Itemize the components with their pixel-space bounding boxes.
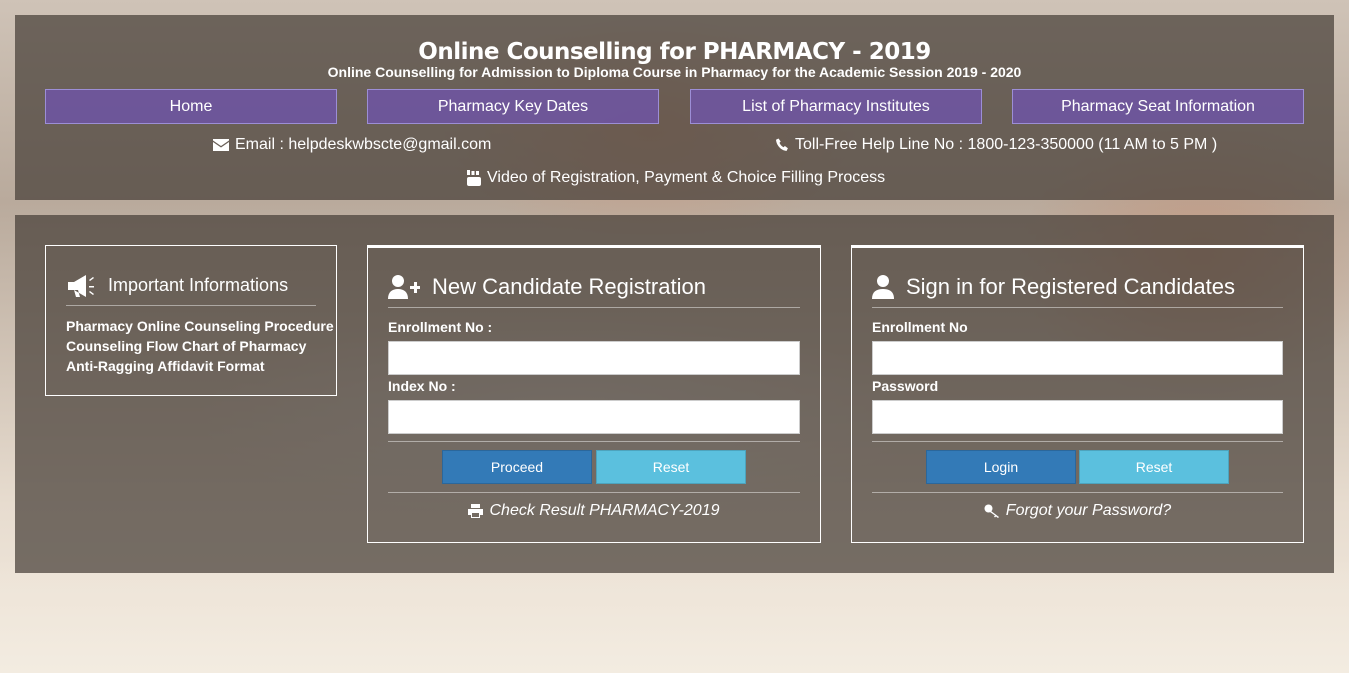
signin-reset-button[interactable]: Reset — [1079, 450, 1229, 484]
reg-reset-button[interactable]: Reset — [596, 450, 746, 484]
important-info-list: Pharmacy Online Counseling Procedure Cou… — [66, 316, 334, 376]
signin-enrollment-input[interactable] — [872, 341, 1283, 375]
reg-enrollment-input[interactable] — [388, 341, 800, 375]
user-icon — [872, 274, 894, 299]
print-icon — [468, 504, 484, 518]
link-anti-ragging-affidavit[interactable]: Anti-Ragging Affidavit Format — [66, 356, 334, 376]
proceed-button[interactable]: Proceed — [442, 450, 592, 484]
password-input[interactable] — [872, 400, 1283, 434]
signin-header: Sign in for Registered Candidates — [872, 266, 1283, 308]
nav-home-button[interactable]: Home — [45, 89, 337, 124]
registration-header: New Candidate Registration — [388, 266, 800, 308]
link-counseling-flow-chart[interactable]: Counseling Flow Chart of Pharmacy — [66, 336, 334, 356]
nav-key-dates-button[interactable]: Pharmacy Key Dates — [367, 89, 659, 124]
page-subtitle: Online Counselling for Admission to Dipl… — [327, 64, 1022, 80]
megaphone-icon — [68, 274, 94, 297]
add-user-icon — [388, 274, 420, 299]
reg-index-label: Index No : — [388, 378, 456, 394]
divider — [388, 492, 800, 493]
reg-enrollment-label: Enrollment No : — [388, 319, 493, 335]
signin-card: Sign in for Registered Candidates Enroll… — [851, 245, 1304, 543]
nav-institutes-button[interactable]: List of Pharmacy Institutes — [690, 89, 982, 124]
important-info-header: Important Informations — [66, 266, 316, 306]
registration-card: New Candidate Registration Enrollment No… — [367, 245, 821, 543]
envelope-icon — [213, 139, 229, 151]
video-text: Video of Registration, Payment & Choice … — [487, 169, 886, 186]
password-label: Password — [872, 378, 939, 394]
nav-seat-info-button[interactable]: Pharmacy Seat Information — [1012, 89, 1304, 124]
email-contact[interactable]: Email : helpdeskwbscte@gmail.com — [213, 136, 491, 154]
check-result-text: Check Result PHARMACY-2019 — [489, 502, 720, 519]
header-panel: Online Counselling for PHARMACY - 2019 O… — [15, 15, 1334, 200]
youtube-icon — [467, 170, 481, 186]
divider — [388, 441, 800, 442]
key-icon — [984, 504, 999, 518]
divider — [872, 441, 1283, 442]
forgot-password-text: Forgot your Password? — [1005, 502, 1172, 519]
forgot-password-link[interactable]: Forgot your Password? — [852, 502, 1303, 520]
helpline-text: Toll-Free Help Line No : 1800-123-350000… — [795, 136, 1218, 153]
important-info-card: Important Informations Pharmacy Online C… — [45, 245, 337, 396]
signin-enrollment-label: Enrollment No — [872, 319, 968, 335]
signin-title: Sign in for Registered Candidates — [906, 273, 1235, 299]
helpline-contact: Toll-Free Help Line No : 1800-123-350000… — [776, 136, 1217, 154]
reg-index-input[interactable] — [388, 400, 800, 434]
registration-title: New Candidate Registration — [432, 273, 706, 299]
phone-icon — [776, 138, 788, 151]
check-result-link[interactable]: Check Result PHARMACY-2019 — [368, 502, 820, 520]
video-link[interactable]: Video of Registration, Payment & Choice … — [467, 169, 885, 187]
email-text: Email : helpdeskwbscte@gmail.com — [235, 136, 492, 153]
divider — [872, 492, 1283, 493]
link-counseling-procedure[interactable]: Pharmacy Online Counseling Procedure — [66, 316, 334, 336]
login-button[interactable]: Login — [926, 450, 1076, 484]
page-title: Online Counselling for PHARMACY - 2019 — [418, 39, 931, 65]
main-panel: Important Informations Pharmacy Online C… — [15, 215, 1334, 573]
important-info-title: Important Informations — [108, 275, 289, 295]
